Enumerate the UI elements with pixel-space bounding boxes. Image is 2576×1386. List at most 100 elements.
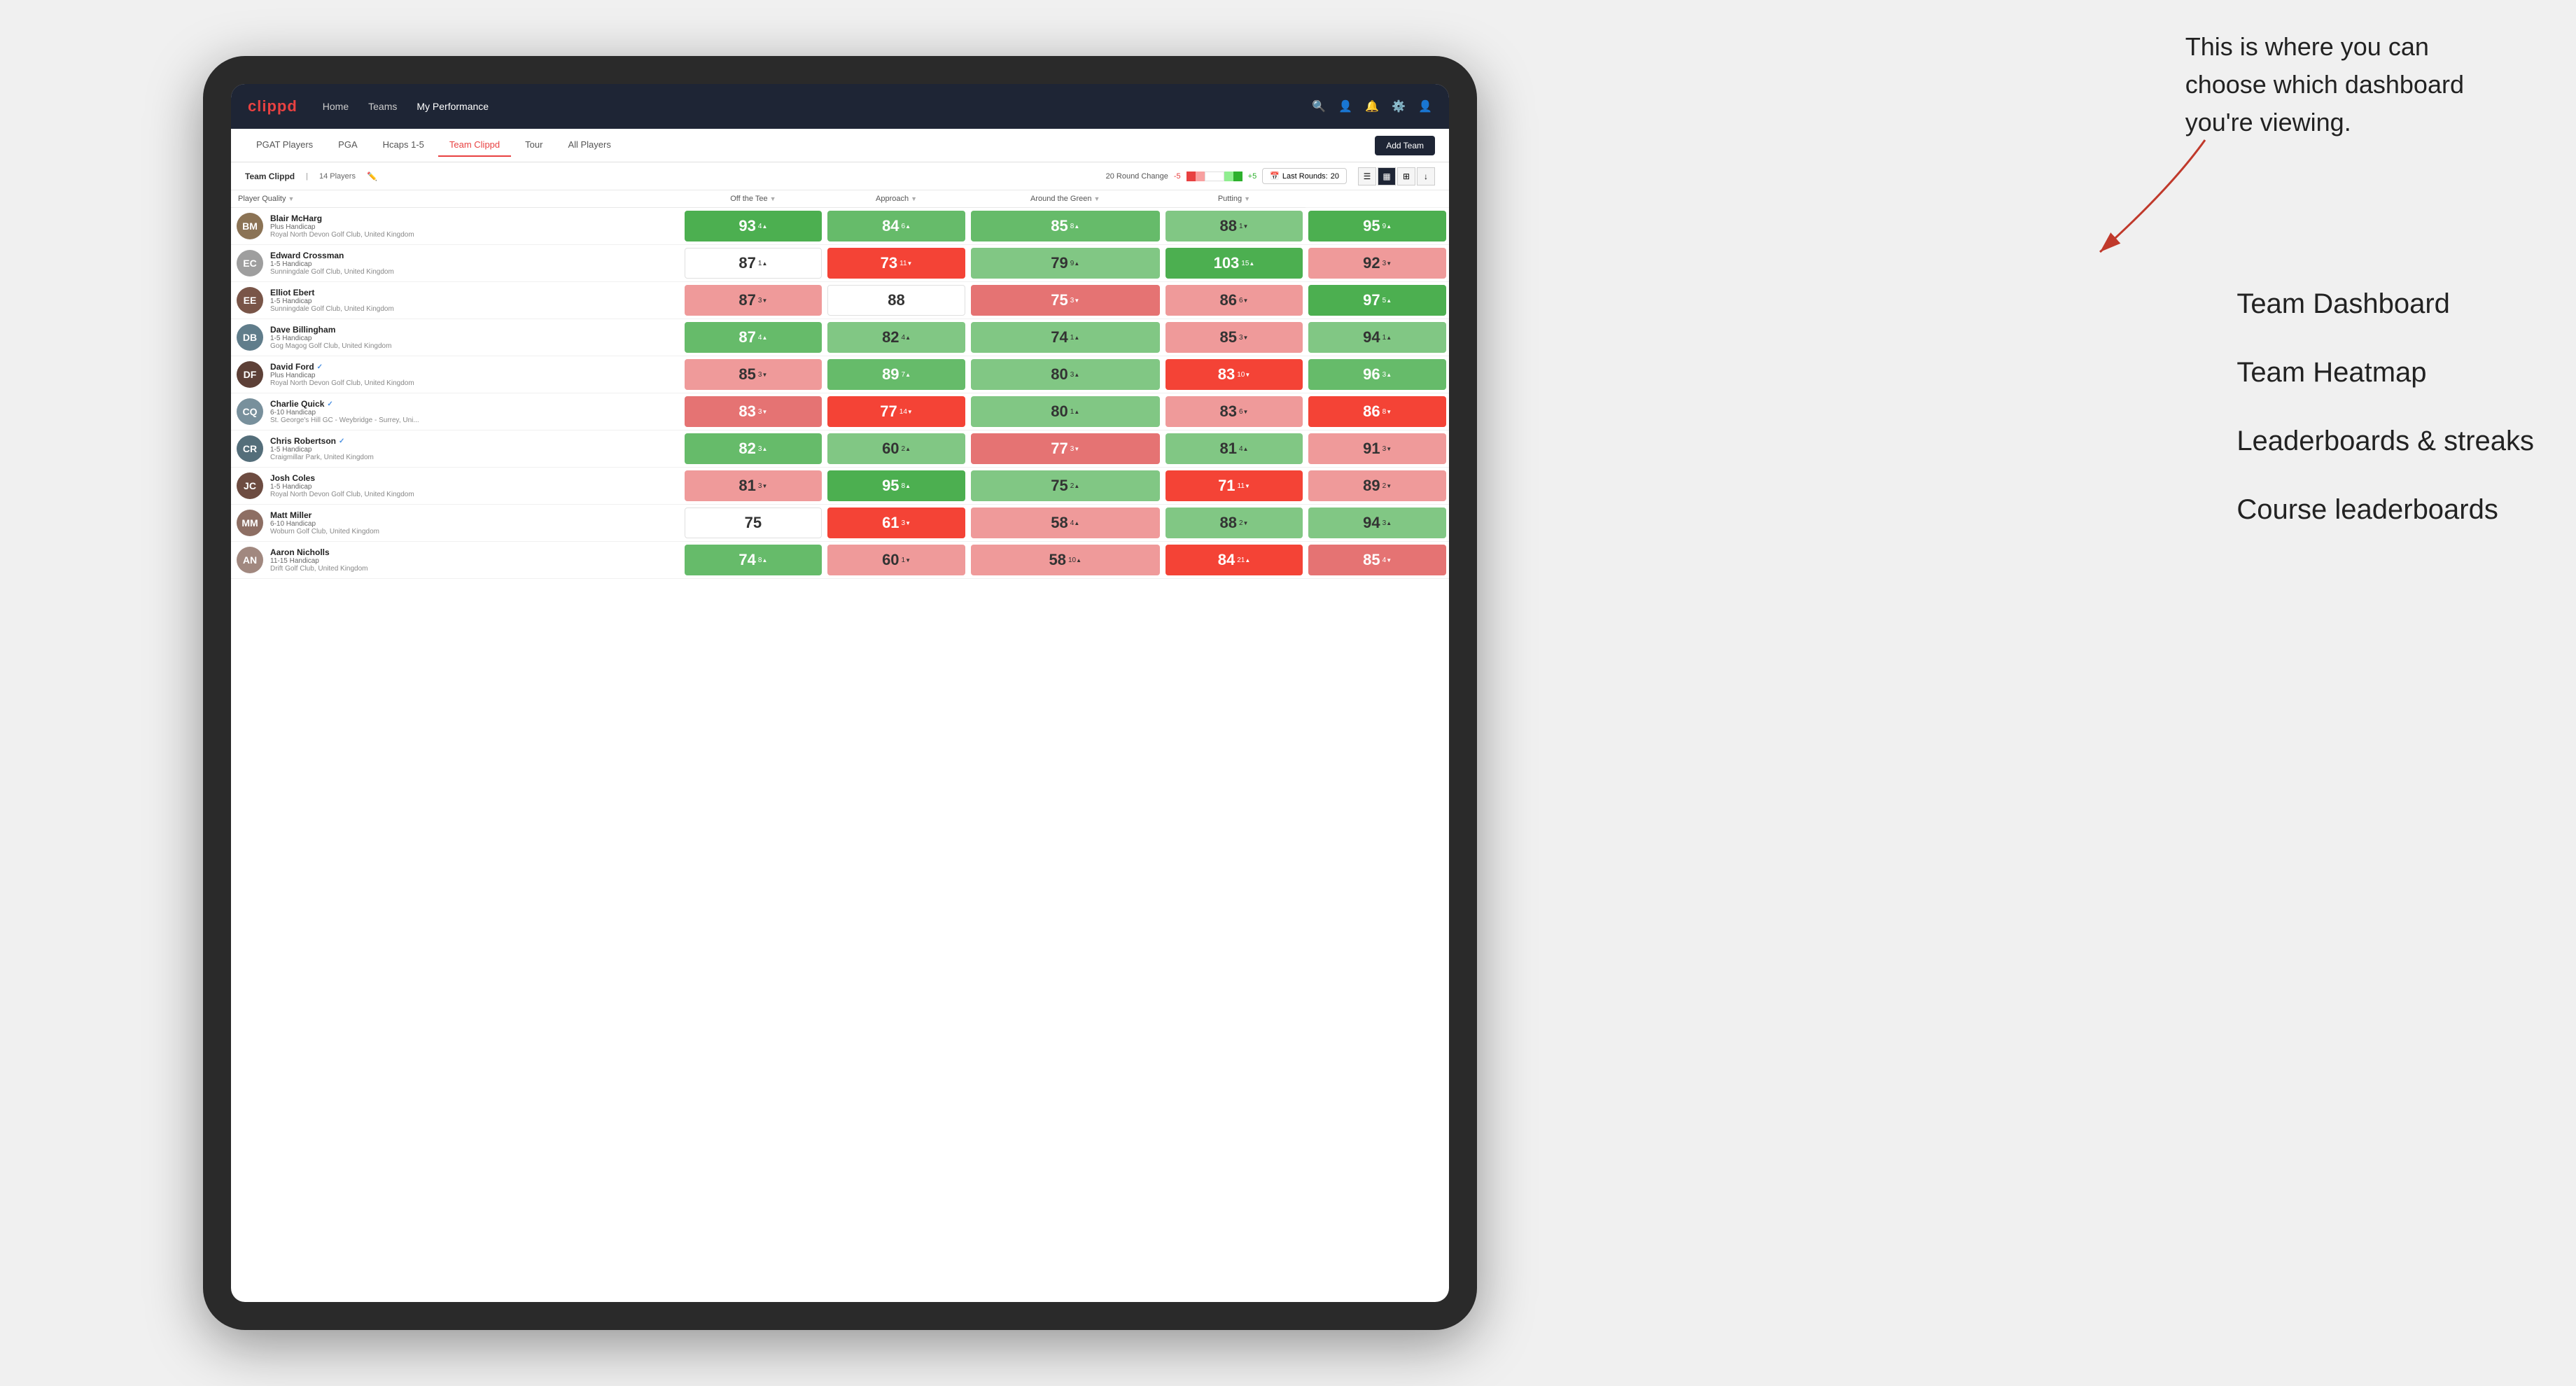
score-cell[interactable]: 81 4 [1163, 430, 1306, 468]
last-rounds-button[interactable]: 📅 Last Rounds: 20 [1262, 168, 1347, 184]
score-cell[interactable]: 58 10 [968, 542, 1163, 579]
score-cell[interactable]: 94 3 [1306, 505, 1449, 542]
score-cell[interactable]: 81 3 [682, 468, 825, 505]
score-cell[interactable]: 89 2 [1306, 468, 1449, 505]
account-icon[interactable]: 👤 [1418, 99, 1432, 113]
score-cell[interactable]: 61 3 [825, 505, 968, 542]
heatmap-view-button[interactable]: ⊞ [1397, 167, 1415, 186]
table-row[interactable]: CR Chris Robertson✓ 1-5 Handicap Craigmi… [231, 430, 1449, 468]
score-cell[interactable]: 85 4 [1306, 542, 1449, 579]
score-cell[interactable]: 71 11 [1163, 468, 1306, 505]
player-name[interactable]: Dave Billingham [270, 325, 391, 335]
player-avatar: JC [237, 472, 263, 499]
score-cell[interactable]: 80 3 [968, 356, 1163, 393]
table-row[interactable]: EC Edward Crossman 1-5 Handicap Sunningd… [231, 245, 1449, 282]
player-name[interactable]: David Ford✓ [270, 362, 414, 372]
score-cell[interactable]: 103 15 [1163, 245, 1306, 282]
score-cell[interactable]: 74 8 [682, 542, 825, 579]
list-view-button[interactable]: ☰ [1358, 167, 1376, 186]
score-cell[interactable]: 79 9 [968, 245, 1163, 282]
score-cell[interactable]: 95 8 [825, 468, 968, 505]
score-cell[interactable]: 82 3 [682, 430, 825, 468]
score-delta: 1 [1239, 223, 1248, 230]
score-cell[interactable]: 97 5 [1306, 282, 1449, 319]
edit-team-icon[interactable]: ✏️ [367, 172, 377, 181]
score-cell[interactable]: 77 14 [825, 393, 968, 430]
score-box: 88 [827, 285, 965, 316]
score-cell[interactable]: 84 6 [825, 208, 968, 245]
score-cell[interactable]: 83 6 [1163, 393, 1306, 430]
score-cell[interactable]: 60 2 [825, 430, 968, 468]
score-cell[interactable]: 74 1 [968, 319, 1163, 356]
tab-all-players[interactable]: All Players [556, 134, 622, 157]
score-cell[interactable]: 94 1 [1306, 319, 1449, 356]
player-name[interactable]: Josh Coles [270, 473, 414, 483]
download-button[interactable]: ↓ [1417, 167, 1435, 186]
score-cell[interactable]: 60 1 [825, 542, 968, 579]
table-row[interactable]: JC Josh Coles 1-5 Handicap Royal North D… [231, 468, 1449, 505]
score-delta: 4 [758, 223, 767, 230]
score-cell[interactable]: 91 3 [1306, 430, 1449, 468]
nav-teams[interactable]: Teams [368, 101, 397, 112]
score-cell[interactable]: 73 11 [825, 245, 968, 282]
score-cell[interactable]: 87 1 [682, 245, 825, 282]
player-name[interactable]: Edward Crossman [270, 251, 394, 260]
verified-icon: ✓ [317, 363, 323, 371]
tab-pga[interactable]: PGA [327, 134, 368, 157]
player-name[interactable]: Chris Robertson✓ [270, 436, 374, 446]
nav-my-performance[interactable]: My Performance [416, 101, 489, 112]
add-team-button[interactable]: Add Team [1375, 136, 1435, 155]
player-name[interactable]: Elliot Ebert [270, 288, 394, 298]
tab-team-clippd[interactable]: Team Clippd [438, 134, 511, 157]
table-row[interactable]: BM Blair McHarg Plus Handicap Royal Nort… [231, 208, 1449, 245]
score-cell[interactable]: 58 4 [968, 505, 1163, 542]
table-row[interactable]: AN Aaron Nicholls 11-15 Handicap Drift G… [231, 542, 1449, 579]
score-cell[interactable]: 75 2 [968, 468, 1163, 505]
tab-hcaps[interactable]: Hcaps 1-5 [372, 134, 435, 157]
score-delta: 1 [1070, 334, 1079, 342]
score-cell[interactable]: 75 [682, 505, 825, 542]
score-cell[interactable]: 88 1 [1163, 208, 1306, 245]
score-value: 94 [1363, 514, 1380, 532]
score-cell[interactable]: 82 4 [825, 319, 968, 356]
score-cell[interactable]: 85 8 [968, 208, 1163, 245]
player-name[interactable]: Blair McHarg [270, 214, 414, 223]
score-cell[interactable]: 83 10 [1163, 356, 1306, 393]
table-row[interactable]: CQ Charlie Quick✓ 6-10 Handicap St. Geor… [231, 393, 1449, 430]
table-row[interactable]: DB Dave Billingham 1-5 Handicap Gog Mago… [231, 319, 1449, 356]
score-cell[interactable]: 87 3 [682, 282, 825, 319]
score-cell[interactable]: 95 9 [1306, 208, 1449, 245]
score-cell[interactable]: 87 4 [682, 319, 825, 356]
nav-home[interactable]: Home [323, 101, 349, 112]
table-row[interactable]: EE Elliot Ebert 1-5 Handicap Sunningdale… [231, 282, 1449, 319]
score-cell[interactable]: 83 3 [682, 393, 825, 430]
score-cell[interactable]: 84 21 [1163, 542, 1306, 579]
score-cell[interactable]: 86 8 [1306, 393, 1449, 430]
tab-tour[interactable]: Tour [514, 134, 554, 157]
score-cell[interactable]: 86 6 [1163, 282, 1306, 319]
search-icon[interactable]: 🔍 [1312, 99, 1326, 113]
settings-icon[interactable]: ⚙️ [1392, 99, 1406, 113]
score-cell[interactable]: 85 3 [1163, 319, 1306, 356]
score-cell[interactable]: 80 1 [968, 393, 1163, 430]
score-cell[interactable]: 88 2 [1163, 505, 1306, 542]
tab-pgat-players[interactable]: PGAT Players [245, 134, 324, 157]
table-row[interactable]: MM Matt Miller 6-10 Handicap Woburn Golf… [231, 505, 1449, 542]
table-row[interactable]: DF David Ford✓ Plus Handicap Royal North… [231, 356, 1449, 393]
score-cell[interactable]: 92 3 [1306, 245, 1449, 282]
player-name[interactable]: Matt Miller [270, 510, 379, 520]
score-cell[interactable]: 77 3 [968, 430, 1163, 468]
bell-icon[interactable]: 🔔 [1365, 99, 1379, 113]
grid-view-button[interactable]: ▦ [1378, 167, 1396, 186]
annotation-line1: This is where you can [2185, 32, 2429, 61]
score-cell[interactable]: 75 3 [968, 282, 1163, 319]
score-cell[interactable]: 96 3 [1306, 356, 1449, 393]
player-name[interactable]: Charlie Quick✓ [270, 399, 419, 409]
score-cell[interactable]: 88 [825, 282, 968, 319]
score-cell[interactable]: 93 4 [682, 208, 825, 245]
player-name[interactable]: Aaron Nicholls [270, 547, 368, 557]
user-icon[interactable]: 👤 [1338, 99, 1352, 113]
score-cell[interactable]: 85 3 [682, 356, 825, 393]
score-box: 77 14 [827, 396, 965, 427]
score-cell[interactable]: 89 7 [825, 356, 968, 393]
